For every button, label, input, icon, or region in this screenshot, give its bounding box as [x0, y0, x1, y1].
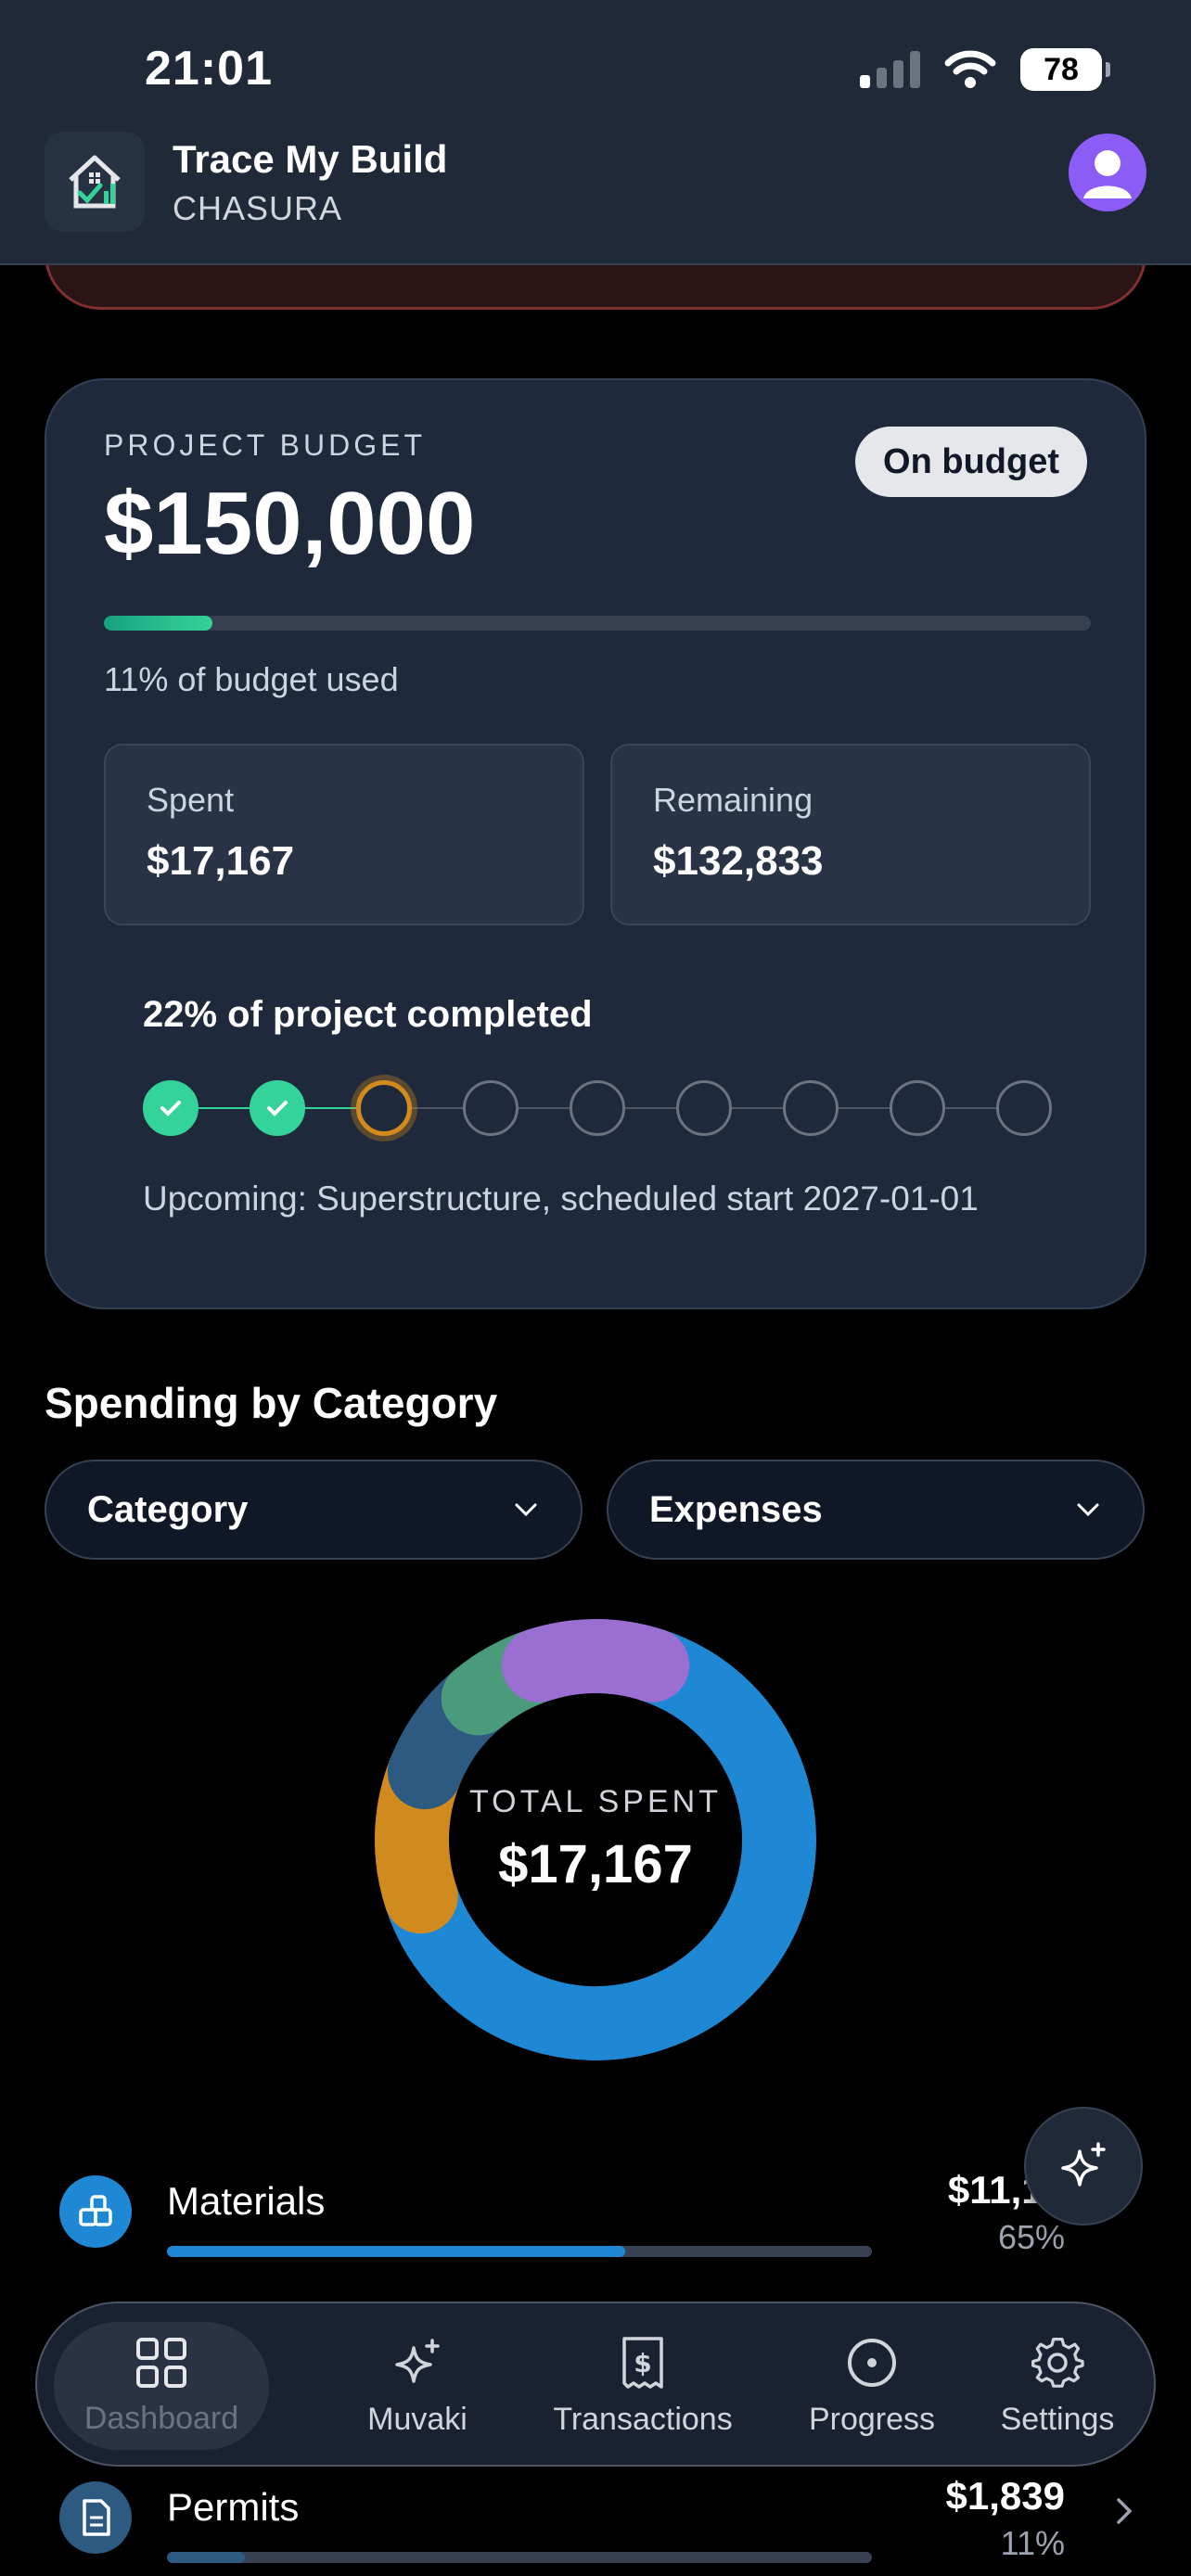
stage-pending-marker	[996, 1080, 1052, 1136]
wifi-icon	[944, 50, 996, 88]
remaining-value: $132,833	[653, 838, 824, 884]
category-percent: 11%	[1000, 2524, 1065, 2562]
stage-complete-marker	[143, 1080, 198, 1136]
stage-pending-marker	[463, 1080, 519, 1136]
category-row-materials[interactable]: Materials $11,15 65%	[59, 2168, 1135, 2270]
nav-label: Progress	[808, 2401, 936, 2437]
budget-label: PROJECT BUDGET	[104, 428, 426, 462]
category-percent: 65%	[997, 2218, 1065, 2256]
upcoming-stage-text: Upcoming: Superstructure, scheduled star…	[143, 1180, 979, 1218]
category-amount: $1,839	[945, 2474, 1065, 2518]
project-name: CHASURA	[173, 189, 343, 227]
spent-box: Spent $17,167	[104, 744, 584, 925]
donut-label: TOTAL SPENT	[469, 1784, 722, 1819]
donut-total: $17,167	[498, 1834, 693, 1894]
user-icon	[1083, 150, 1132, 198]
sparkle-icon	[1061, 2142, 1106, 2187]
nav-label: Muvaki	[367, 2401, 467, 2437]
nav-dashboard[interactable]: Dashboard	[54, 2322, 269, 2450]
stage-current-marker	[356, 1080, 412, 1136]
category-row-permits[interactable]: Permits $1,839 11%	[59, 2474, 1135, 2576]
budget-amount: $150,000	[104, 474, 476, 573]
remaining-label: Remaining	[653, 781, 813, 819]
group-by-value: Category	[87, 1488, 249, 1530]
nav-label: Dashboard	[83, 2400, 239, 2436]
spending-section-title: Spending by Category	[45, 1379, 498, 1427]
budget-card: PROJECT BUDGET $150,000 On budget 11% of…	[45, 378, 1146, 1309]
budget-progress-fill	[104, 616, 213, 631]
receipt-icon: $	[622, 2336, 663, 2389]
view-value: Expenses	[649, 1488, 823, 1530]
app-logo	[45, 132, 145, 232]
stage-pending-marker	[570, 1080, 625, 1136]
grid-icon	[136, 2337, 186, 2388]
chevron-down-icon	[1077, 1503, 1099, 1517]
budget-progress-bar	[104, 616, 1091, 631]
nav-label: Transactions	[553, 2401, 733, 2437]
nav-muvaki[interactable]: Muvaki	[315, 2303, 519, 2468]
spent-value: $17,167	[147, 838, 295, 884]
bottom-navigation: Dashboard Muvaki $ Transactions Progress	[35, 2302, 1156, 2467]
stage-complete-marker	[250, 1080, 305, 1136]
materials-icon	[59, 2175, 132, 2248]
category-name: Permits	[167, 2485, 300, 2529]
category-bar-fill	[167, 2552, 245, 2563]
gear-icon	[1031, 2337, 1084, 2388]
document-icon	[59, 2481, 132, 2554]
stage-pending-marker	[676, 1080, 732, 1136]
ai-assistant-button[interactable]	[1024, 2107, 1143, 2225]
status-icons: 78	[860, 48, 1110, 91]
check-icon	[267, 1101, 288, 1116]
nav-label: Settings	[1000, 2401, 1115, 2437]
category-bar	[167, 2246, 872, 2257]
category-bar	[167, 2552, 872, 2563]
project-completed-text: 22% of project completed	[143, 994, 593, 1035]
budget-status-badge: On budget	[855, 427, 1087, 497]
budget-used-text: 11% of budget used	[104, 660, 399, 698]
app-header: 21:01 78 Trace My Build CHASURA	[0, 0, 1191, 265]
profile-avatar[interactable]	[1069, 134, 1146, 211]
house-chart-icon	[69, 155, 121, 209]
group-by-dropdown[interactable]: Category	[45, 1460, 583, 1560]
target-icon	[848, 2338, 896, 2387]
app-title: Trace My Build	[173, 137, 448, 181]
view-dropdown[interactable]: Expenses	[607, 1460, 1145, 1560]
spent-label: Spent	[147, 781, 235, 819]
nav-transactions[interactable]: $ Transactions	[508, 2303, 777, 2468]
svg-text:$: $	[634, 2348, 651, 2378]
stage-pending-marker	[890, 1080, 945, 1136]
chevron-down-icon	[515, 1503, 537, 1517]
category-bar-fill	[167, 2246, 625, 2257]
nav-settings[interactable]: Settings	[974, 2303, 1141, 2468]
spending-donut-chart[interactable]: TOTAL SPENT $17,167	[375, 1619, 816, 2060]
donut-center: TOTAL SPENT $17,167	[375, 1619, 816, 2060]
battery-indicator: 78	[1020, 48, 1110, 91]
cellular-signal-icon	[860, 51, 920, 88]
remaining-box: Remaining $132,833	[610, 744, 1091, 925]
stage-progress-tracker	[143, 1078, 1052, 1139]
stage-pending-marker	[783, 1080, 839, 1136]
category-name: Materials	[167, 2179, 326, 2223]
chevron-right-icon	[1117, 2498, 1133, 2524]
check-icon	[160, 1101, 181, 1116]
sparkle-icon	[395, 2338, 440, 2383]
app-root: 21:01 78 Trace My Build CHASURA PROJECT …	[0, 0, 1191, 2576]
nav-progress[interactable]: Progress	[770, 2303, 974, 2468]
status-time: 21:01	[145, 42, 273, 96]
